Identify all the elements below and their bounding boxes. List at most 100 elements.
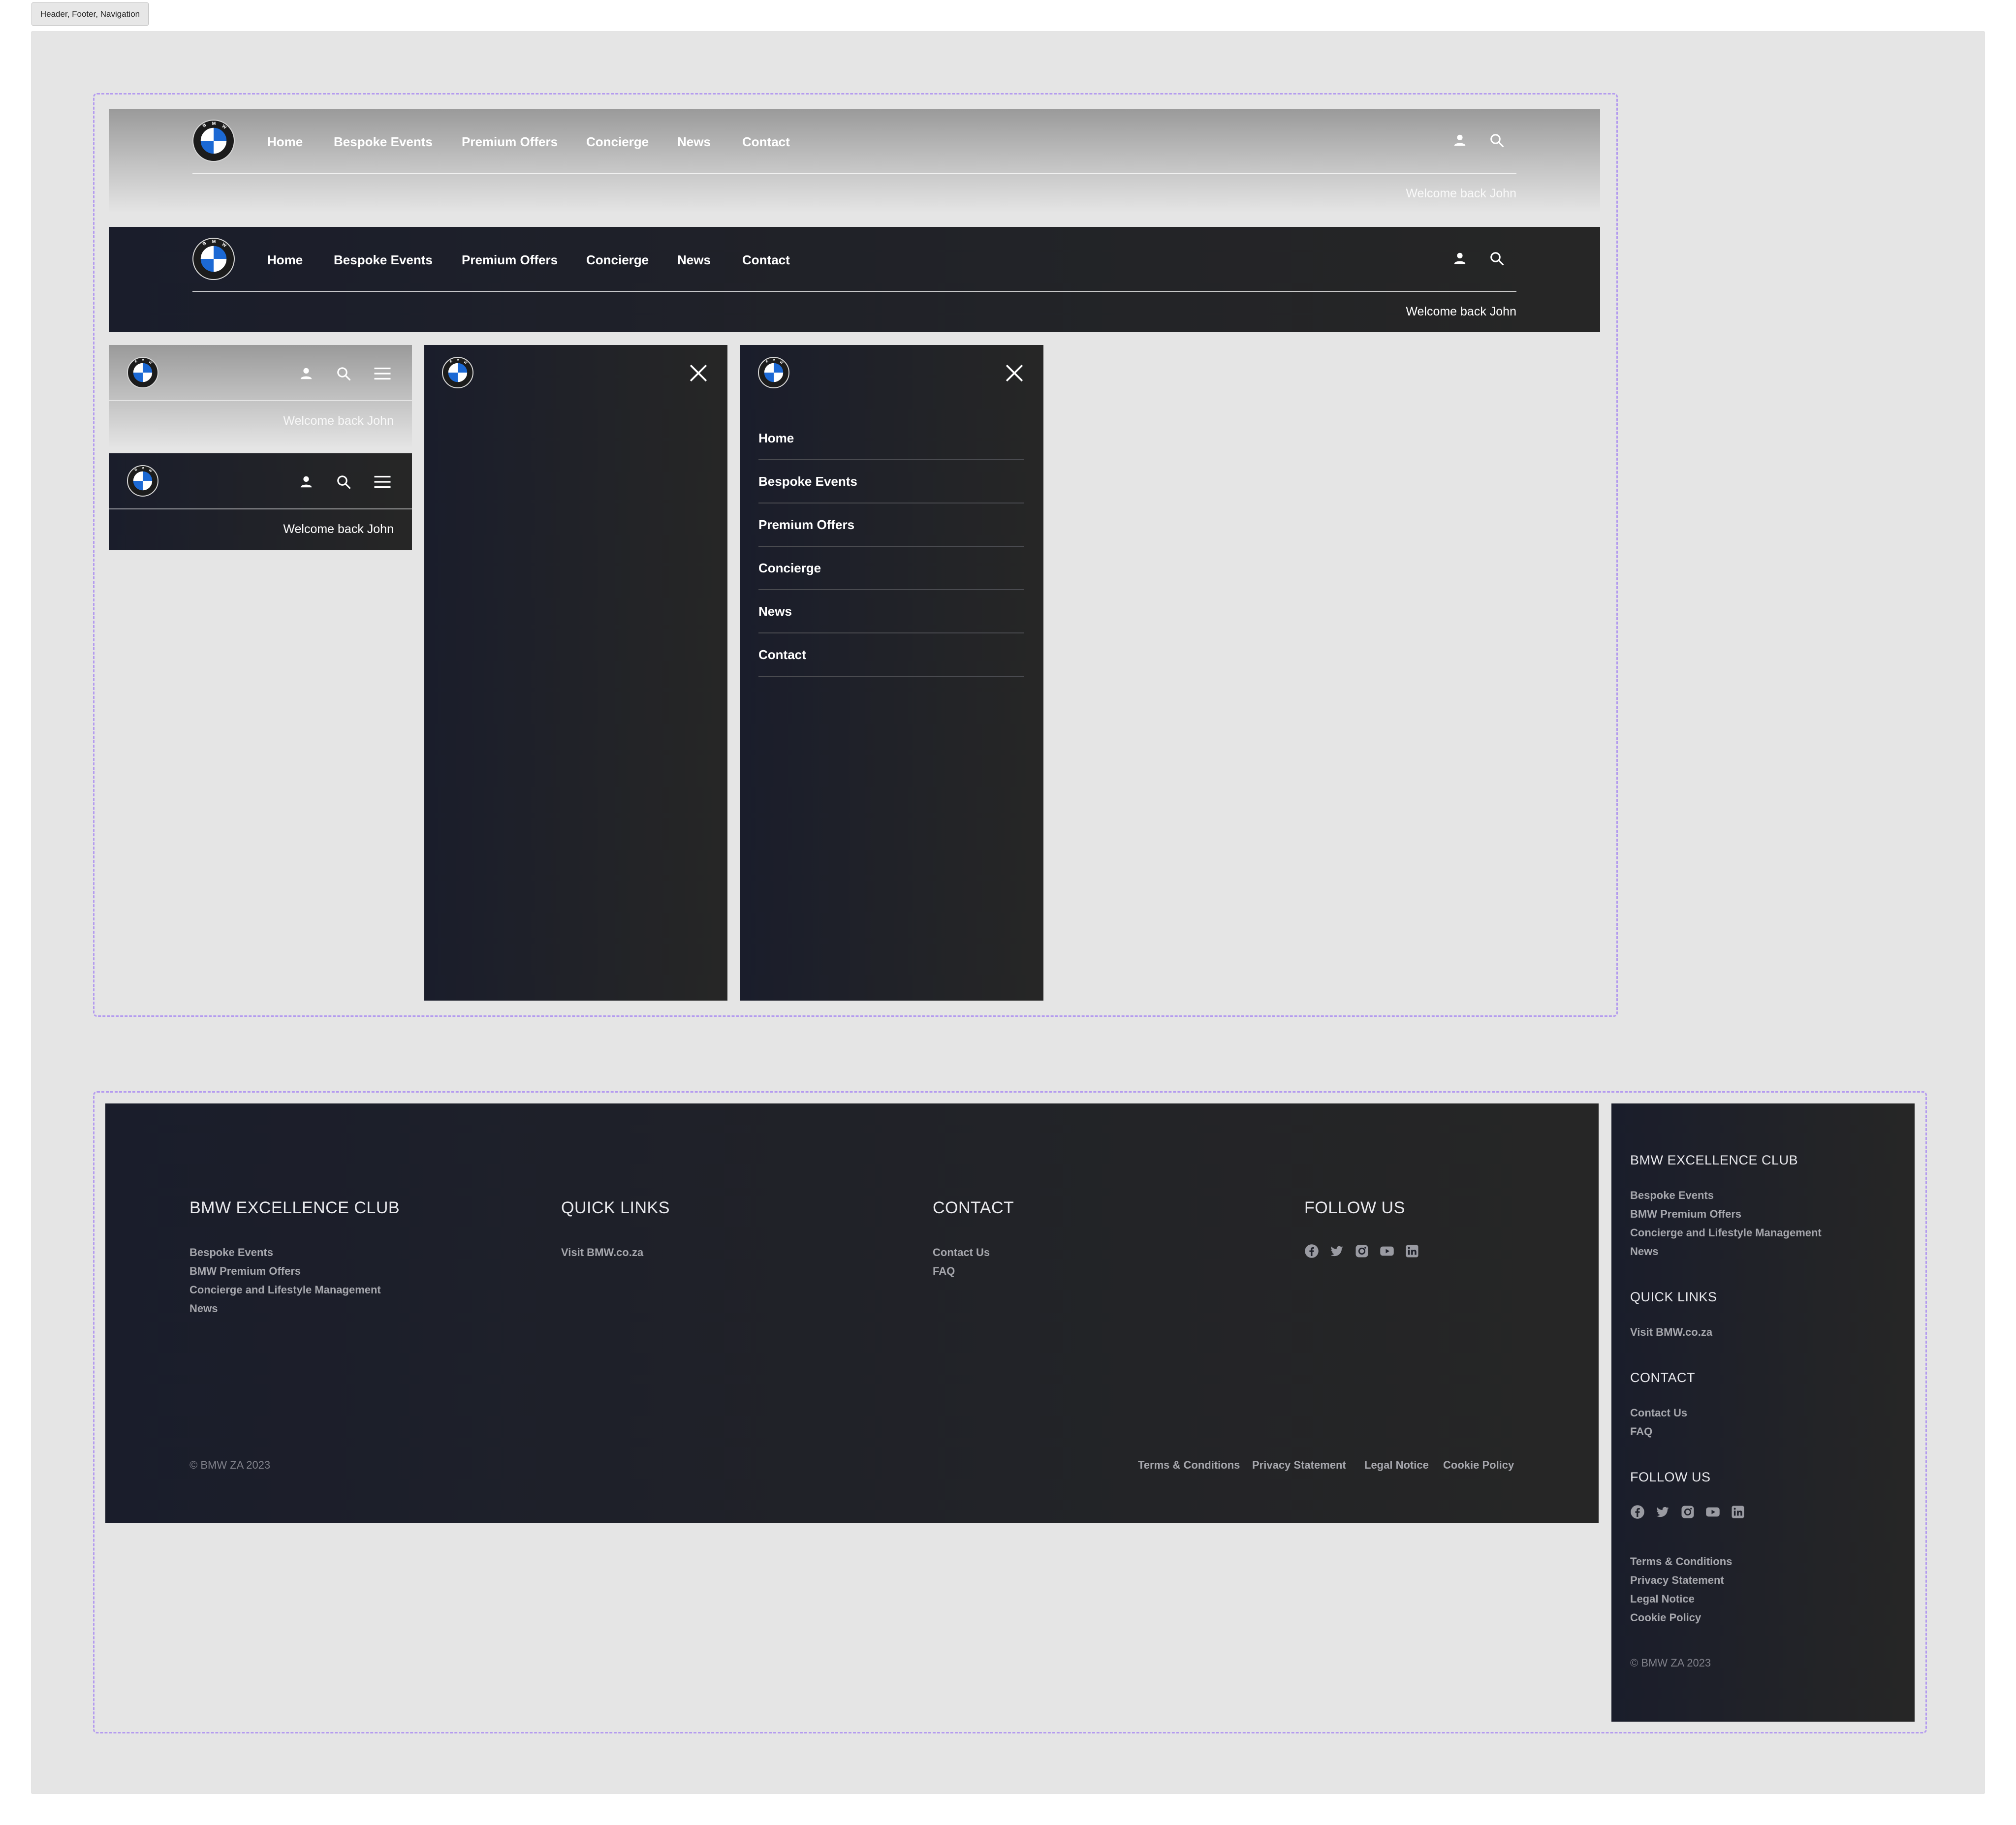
nav-concierge[interactable]: Concierge [586, 134, 649, 150]
footer-link-faq[interactable]: FAQ [1630, 1425, 1652, 1438]
footer-legal-privacy[interactable]: Privacy Statement [1252, 1459, 1346, 1472]
user-icon[interactable] [1452, 251, 1467, 266]
footer-quick-title: QUICK LINKS [1630, 1290, 1717, 1304]
footer-link-concierge[interactable]: Concierge and Lifestyle Management [189, 1284, 381, 1296]
bmw-logo[interactable]: BMW [442, 357, 473, 388]
welcome-text: Welcome back John [1406, 305, 1516, 318]
search-icon[interactable] [336, 366, 351, 381]
mobile-header-dark: BMW Welcome back John [109, 453, 412, 550]
footer-legal-notice[interactable]: Legal Notice [1630, 1593, 1695, 1605]
footer-legal-terms[interactable]: Terms & Conditions [1138, 1459, 1240, 1472]
linkedin-icon[interactable] [1405, 1244, 1419, 1259]
instagram-icon[interactable] [1680, 1505, 1695, 1519]
mobile-nav-bespoke-events[interactable]: Bespoke Events [758, 460, 1024, 503]
nav-premium-offers[interactable]: Premium Offers [462, 134, 558, 150]
search-icon[interactable] [1489, 251, 1504, 266]
welcome-text: Welcome back John [1406, 187, 1516, 200]
mobile-footer: BMW EXCELLENCE CLUB Bespoke Events BMW P… [1611, 1103, 1915, 1722]
nav-news[interactable]: News [677, 252, 711, 268]
footer-link-premium-offers[interactable]: BMW Premium Offers [1630, 1208, 1741, 1221]
desktop-header-dark: BMW Home Bespoke Events Premium Offers C… [109, 227, 1600, 332]
frame-label: Header, Footer, Navigation [32, 2, 149, 26]
nav-bespoke-events[interactable]: Bespoke Events [334, 252, 433, 268]
nav-home[interactable]: Home [267, 252, 303, 268]
footer-link-visit-bmw[interactable]: Visit BMW.co.za [1630, 1326, 1712, 1339]
nav-home[interactable]: Home [267, 134, 303, 150]
close-icon[interactable] [1005, 364, 1024, 382]
mobile-menu-empty: BMW [424, 345, 727, 1001]
svg-text:M: M [142, 467, 145, 471]
svg-text:M: M [212, 121, 216, 126]
mobile-nav-concierge[interactable]: Concierge [758, 547, 1024, 590]
header-divider [192, 173, 1516, 174]
user-icon[interactable] [299, 474, 314, 490]
footer-link-concierge[interactable]: Concierge and Lifestyle Management [1630, 1227, 1822, 1239]
footer-follow-title: FOLLOW US [1630, 1470, 1711, 1484]
user-icon[interactable] [299, 366, 314, 381]
footer-legal-privacy[interactable]: Privacy Statement [1630, 1574, 1724, 1587]
bmw-logo[interactable]: BMW [127, 465, 158, 497]
nav-premium-offers[interactable]: Premium Offers [462, 252, 558, 268]
mobile-header-light: BMW Welcome back John [109, 345, 412, 447]
desktop-footer: BMW EXCELLENCE CLUB Bespoke Events BMW P… [105, 1103, 1599, 1523]
svg-text:M: M [457, 359, 460, 362]
footer-copyright: © BMW ZA 2023 [189, 1459, 271, 1471]
footer-link-contact-us[interactable]: Contact Us [933, 1246, 990, 1259]
bmw-logo[interactable]: BMW [127, 357, 158, 388]
bmw-logo[interactable]: BMW [758, 357, 789, 388]
header-divider [109, 400, 412, 401]
twitter-icon[interactable] [1329, 1244, 1344, 1259]
mobile-menu-open: BMW Home Bespoke Events Premium Offers C… [740, 345, 1043, 1001]
footer-quick-title: QUICK LINKS [561, 1198, 670, 1217]
nav-news[interactable]: News [677, 134, 711, 150]
menu-icon[interactable] [371, 473, 394, 491]
footer-link-premium-offers[interactable]: BMW Premium Offers [189, 1265, 301, 1278]
footer-link-contact-us[interactable]: Contact Us [1630, 1407, 1687, 1419]
instagram-icon[interactable] [1354, 1244, 1369, 1259]
mobile-nav-contact[interactable]: Contact [758, 633, 1024, 677]
footer-contact-title: CONTACT [933, 1198, 1014, 1217]
footer-follow-title: FOLLOW US [1304, 1198, 1405, 1217]
header-divider [109, 508, 412, 509]
footer-link-bespoke-events[interactable]: Bespoke Events [1630, 1189, 1714, 1202]
close-icon[interactable] [689, 364, 708, 382]
svg-text:M: M [212, 239, 216, 244]
youtube-icon[interactable] [1705, 1505, 1720, 1519]
user-icon[interactable] [1452, 132, 1467, 148]
nav-contact[interactable]: Contact [742, 134, 790, 150]
footer-link-bespoke-events[interactable]: Bespoke Events [189, 1246, 273, 1259]
mobile-nav-home[interactable]: Home [758, 417, 1024, 460]
footer-copyright: © BMW ZA 2023 [1630, 1657, 1711, 1669]
welcome-text: Welcome back John [283, 522, 394, 536]
nav-concierge[interactable]: Concierge [586, 252, 649, 268]
footer-legal-cookie[interactable]: Cookie Policy [1443, 1459, 1514, 1472]
linkedin-icon[interactable] [1731, 1505, 1745, 1519]
search-icon[interactable] [336, 474, 351, 490]
footer-legal-terms[interactable]: Terms & Conditions [1630, 1555, 1732, 1568]
bmw-logo[interactable]: BMW [192, 120, 235, 162]
facebook-icon[interactable] [1630, 1505, 1645, 1519]
footer-club-title: BMW EXCELLENCE CLUB [1630, 1153, 1798, 1167]
nav-bespoke-events[interactable]: Bespoke Events [334, 134, 433, 150]
svg-text:M: M [142, 359, 145, 362]
mobile-nav-news[interactable]: News [758, 590, 1024, 633]
footer-contact-title: CONTACT [1630, 1370, 1695, 1385]
search-icon[interactable] [1489, 132, 1504, 148]
facebook-icon[interactable] [1304, 1244, 1319, 1259]
footer-legal-cookie[interactable]: Cookie Policy [1630, 1611, 1701, 1624]
mobile-nav-premium-offers[interactable]: Premium Offers [758, 503, 1024, 547]
bmw-logo[interactable]: BMW [192, 238, 235, 280]
menu-icon[interactable] [371, 365, 394, 382]
svg-text:M: M [773, 359, 776, 362]
footer-club-title: BMW EXCELLENCE CLUB [189, 1198, 400, 1217]
footer-link-news[interactable]: News [1630, 1245, 1658, 1258]
footer-link-faq[interactable]: FAQ [933, 1265, 955, 1278]
footer-link-news[interactable]: News [189, 1302, 218, 1315]
youtube-icon[interactable] [1380, 1244, 1394, 1259]
twitter-icon[interactable] [1655, 1505, 1670, 1519]
header-divider [192, 291, 1516, 292]
footer-link-visit-bmw[interactable]: Visit BMW.co.za [561, 1246, 643, 1259]
nav-contact[interactable]: Contact [742, 252, 790, 268]
footer-legal-notice[interactable]: Legal Notice [1364, 1459, 1429, 1472]
welcome-text: Welcome back John [283, 414, 394, 428]
